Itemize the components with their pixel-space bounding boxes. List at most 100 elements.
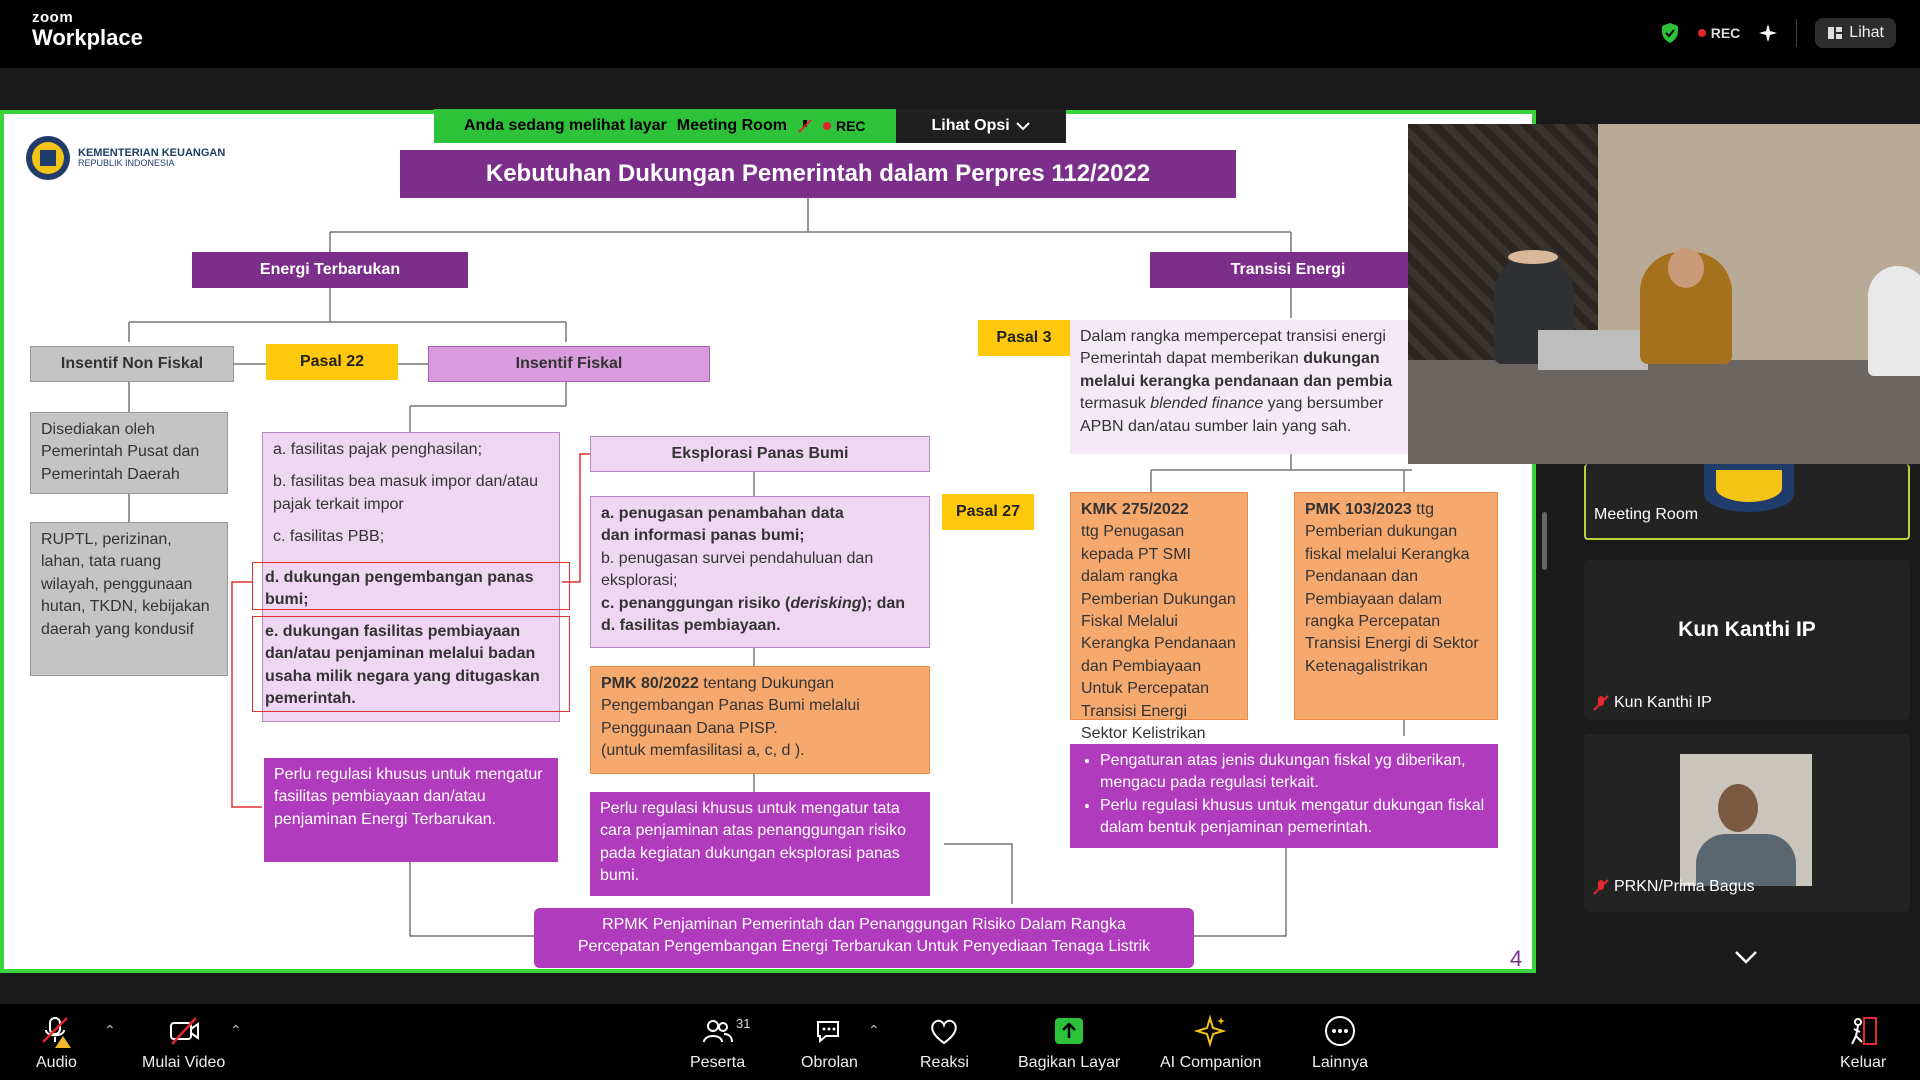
- participants-count: 31: [736, 1016, 751, 1031]
- active-speaker-video[interactable]: [1408, 124, 1920, 464]
- audio-options-caret-icon[interactable]: ⌃: [104, 1022, 116, 1039]
- eksplorasi-list: a. penugasan penambahan data dan informa…: [590, 496, 930, 648]
- pasal3-line2-bold: dukungan: [1303, 350, 1380, 368]
- rec-label: REC: [1710, 25, 1741, 41]
- chat-options-caret-icon[interactable]: ⌃: [868, 1022, 880, 1039]
- slide-page-number: 4: [1510, 946, 1523, 971]
- logo-line2: Workplace: [32, 25, 143, 50]
- share-screen-button[interactable]: Bagikan Layar: [1018, 1014, 1120, 1072]
- video-options-caret-icon[interactable]: ⌃: [230, 1022, 242, 1039]
- sparkle-icon[interactable]: [1758, 23, 1778, 43]
- start-video-button[interactable]: Mulai Video: [142, 1014, 225, 1072]
- laptop: [1538, 330, 1648, 370]
- meeting-room-label: Meeting Room: [1594, 506, 1699, 523]
- chat-button[interactable]: Obrolan: [801, 1014, 858, 1072]
- eksplorasi-c-derisking: derisking: [790, 594, 862, 612]
- kmk275-box: KMK 275/2022 ttg Penugasan kepada PT SMI…: [1070, 492, 1248, 742]
- person-3: [1868, 266, 1920, 376]
- eksplorasi-c1: c. penanggungan risiko (: [601, 594, 791, 612]
- meeting-room-logo-icon: [1704, 464, 1794, 512]
- meeting-room-tile[interactable]: Meeting Room: [1584, 464, 1910, 540]
- scroll-down-chevron-icon[interactable]: [1734, 950, 1758, 964]
- pmk103-title: PMK 103/2023: [1305, 501, 1412, 518]
- participants-label: Peserta: [690, 1054, 746, 1071]
- transisi-notes: Pengaturan atas jenis dukungan fiskal yg…: [1070, 744, 1498, 848]
- reactions-label: Reaksi: [920, 1054, 969, 1071]
- encryption-shield-icon[interactable]: [1660, 22, 1680, 44]
- share-screen-label: Bagikan Layar: [1018, 1054, 1121, 1071]
- top-bar: zoom Workplace REC Lihat: [0, 0, 1920, 68]
- viewing-text: Anda sedang melihat layar: [464, 117, 667, 134]
- pmk80-title: PMK 80/2022: [601, 675, 699, 692]
- ruptl-box: RUPTL, perizinan, lahan, tata ruang wila…: [30, 522, 228, 676]
- pmk103-text: ttg Pemberian dukungan fiskal melalui Ke…: [1305, 501, 1479, 675]
- view-options-button[interactable]: Lihat Opsi: [895, 109, 1066, 143]
- person-2-face: [1668, 248, 1704, 288]
- insentif-fiskal-box: Insentif Fiskal: [428, 346, 710, 382]
- video-off-icon: [169, 1017, 199, 1045]
- pasal3-line4-end: yang bersumber: [1263, 395, 1384, 413]
- pasal3-description: Dalam rangka mempercepat transisi energi…: [1070, 320, 1410, 454]
- mic-muted-icon: [1593, 695, 1609, 711]
- disediakan-box: Disediakan oleh Pemerintah Pusat dan Pem…: [30, 412, 228, 494]
- logo-line1: zoom: [32, 9, 74, 26]
- mic-muted-icon: [798, 119, 812, 133]
- mic-muted-icon: [1593, 879, 1609, 895]
- sharer-name: Meeting Room: [676, 117, 787, 134]
- insentif-non-fiskal-box: Insentif Non Fiskal: [30, 346, 234, 382]
- divider: [1796, 19, 1798, 47]
- grid-view-icon: [1828, 27, 1843, 39]
- more-label: Lainnya: [1312, 1054, 1369, 1071]
- kmk275-title: KMK 275/2022: [1081, 501, 1189, 518]
- audio-label: Audio: [36, 1054, 77, 1071]
- org-country: REPUBLIK INDONESIA: [78, 158, 175, 169]
- zoom-logo: zoom Workplace: [32, 10, 143, 49]
- kun-kanthi-tile[interactable]: Kun Kanthi IP Kun Kanthi IP: [1584, 560, 1910, 720]
- recording-indicator[interactable]: REC: [1697, 25, 1741, 41]
- kun-kanthi-label-text: Kun Kanthi IP: [1614, 694, 1712, 711]
- kun-kanthi-label: Kun Kanthi IP: [1592, 694, 1712, 712]
- ai-sparkle-icon: [1193, 1014, 1227, 1048]
- leave-label: Keluar: [1840, 1054, 1887, 1071]
- prima-bagus-label: PRKN/Prima Bagus: [1592, 878, 1755, 896]
- fasilitas-b: b. fasilitas bea masuk impor dan/atau pa…: [273, 473, 539, 513]
- person-1-face: [1508, 250, 1558, 264]
- slide-title: Kebutuhan Dukungan Pemerintah dalam Perp…: [400, 150, 1236, 198]
- energi-terbarukan-header: Energi Terbarukan: [192, 252, 468, 288]
- eksplorasi-header: Eksplorasi Panas Bumi: [590, 436, 930, 472]
- eksplorasi-c3: ); dan: [861, 594, 906, 612]
- leave-icon: [1851, 1017, 1878, 1045]
- more-button[interactable]: Lainnya: [1312, 1014, 1368, 1072]
- kmk275-text: ttg Penugasan kepada PT SMI dalam rangka…: [1081, 523, 1236, 742]
- meeting-toolbar: Audio ⌃ Mulai Video ⌃ Peserta 31 Obrolan…: [0, 1004, 1920, 1080]
- pasal3-line1: Dalam rangka mempercepat transisi energi: [1080, 328, 1386, 345]
- transisi-note-2: Perlu regulasi khusus untuk mengatur duk…: [1100, 795, 1488, 840]
- rec-dot-icon: [1697, 29, 1706, 37]
- pasal3-label: Pasal 3: [978, 320, 1070, 356]
- chat-label: Obrolan: [801, 1054, 858, 1071]
- pmk80-note: (untuk memfasilitasi a, c, d ).: [601, 742, 805, 760]
- panel-scrollbar[interactable]: [1542, 512, 1547, 570]
- pmk80-box: PMK 80/2022 tentang Dukungan Pengembanga…: [590, 666, 930, 774]
- audio-button[interactable]: Audio: [36, 1014, 77, 1072]
- ai-companion-button[interactable]: AI Companion: [1160, 1014, 1261, 1072]
- pasal3-line2: Pemerintah dapat memberikan: [1080, 350, 1304, 368]
- pasal3-line4-italic: blended finance: [1150, 395, 1264, 413]
- eksplorasi-a: a. penugasan penambahan data dan informa…: [601, 505, 844, 545]
- rpmk-box: RPMK Penjaminan Pemerintah dan Penanggun…: [534, 908, 1194, 968]
- reactions-button[interactable]: Reaksi: [920, 1014, 969, 1072]
- fasilitas-d-highlight: d. dukungan pengembangan panas bumi;: [252, 562, 570, 610]
- view-button[interactable]: Lihat: [1815, 18, 1896, 48]
- pasal27-label: Pasal 27: [942, 494, 1034, 530]
- share-screen-icon: [1055, 1018, 1084, 1044]
- prima-bagus-tile[interactable]: PRKN/Prima Bagus: [1584, 734, 1910, 912]
- leave-button[interactable]: Keluar: [1840, 1014, 1886, 1072]
- view-options-label: Lihat Opsi: [931, 117, 1010, 134]
- mic-warning-icon: [42, 1017, 72, 1048]
- shared-screen: KEMENTERIAN KEUANGAN REPUBLIK INDONESIA …: [0, 110, 1536, 973]
- ai-companion-label: AI Companion: [1160, 1054, 1262, 1071]
- participant-video-thumbnail: [1680, 754, 1812, 886]
- zoom-window: zoom Workplace REC Lihat KEMENTERIAN KEU…: [0, 0, 1920, 1080]
- regulasi-et-box: Perlu regulasi khusus untuk mengatur fas…: [264, 758, 558, 862]
- screen-share-banner: Anda sedang melihat layar Meeting Room R…: [434, 109, 1066, 143]
